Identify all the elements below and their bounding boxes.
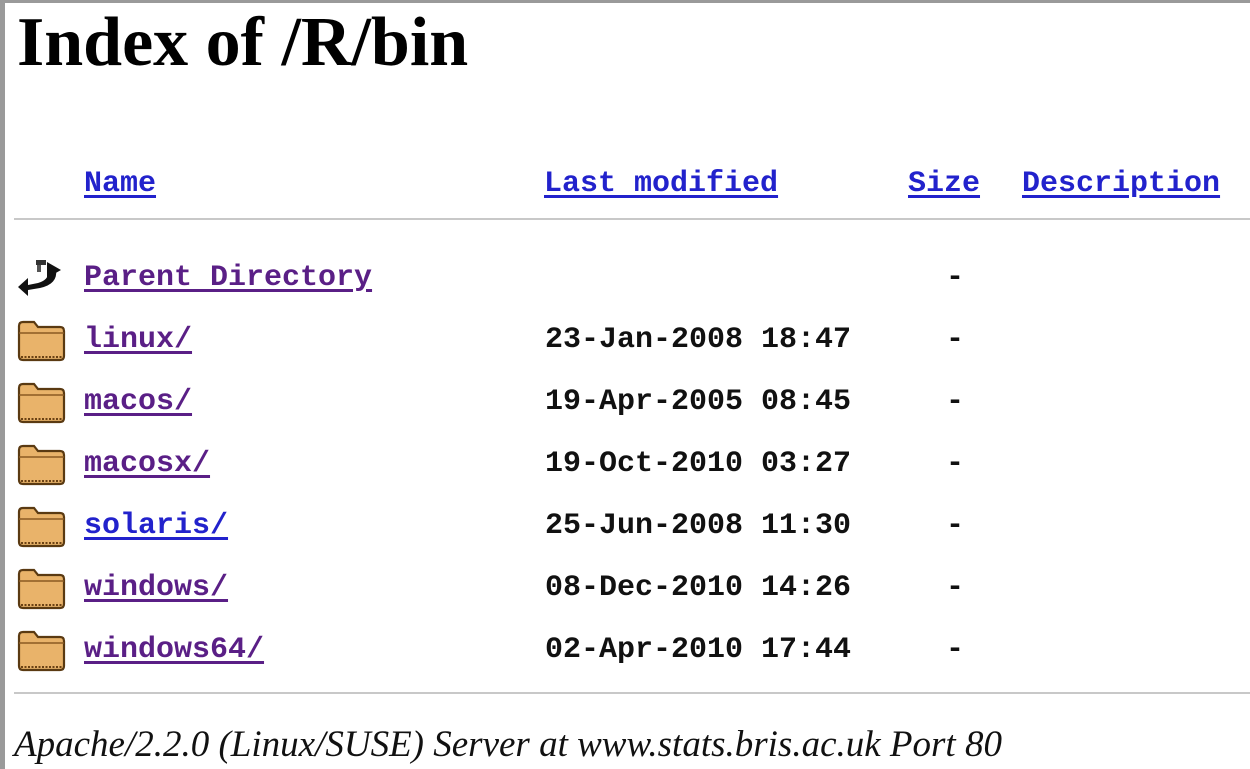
table-row: solaris/25-Jun-2008 11:30 - bbox=[0, 500, 1250, 552]
size-cell: - bbox=[946, 509, 965, 543]
last-modified-cell: 02-Apr-2010 17:44 bbox=[545, 633, 852, 667]
last-modified-cell: 25-Jun-2008 11:30 bbox=[545, 509, 852, 543]
size-cell: - bbox=[946, 571, 965, 605]
page-title: Index of /R/bin bbox=[17, 4, 469, 81]
last-modified-cell: 19-Oct-2010 03:27 bbox=[545, 447, 852, 481]
header-divider bbox=[14, 218, 1250, 220]
footer-divider bbox=[14, 692, 1250, 694]
entry-link[interactable]: solaris/ bbox=[84, 508, 228, 544]
folder-icon bbox=[16, 566, 68, 610]
size-cell: - bbox=[946, 633, 965, 667]
entry-link[interactable]: linux/ bbox=[84, 322, 192, 358]
size-cell: - bbox=[946, 447, 965, 481]
server-signature: Apache/2.2.0 (Linux/SUSE) Server at www.… bbox=[14, 724, 1002, 765]
parent-directory-row: Parent Directory - bbox=[0, 252, 1250, 304]
size-cell: - bbox=[946, 323, 965, 357]
folder-icon bbox=[16, 318, 68, 362]
folder-icon bbox=[16, 380, 68, 424]
table-row: linux/23-Jan-2008 18:47 - bbox=[0, 314, 1250, 366]
column-header-size[interactable]: Size bbox=[908, 166, 980, 202]
entry-link[interactable]: macosx/ bbox=[84, 446, 210, 482]
folder-icon bbox=[16, 504, 68, 548]
size-cell: - bbox=[946, 261, 965, 295]
table-row: macos/19-Apr-2005 08:45 - bbox=[0, 376, 1250, 428]
column-header-description[interactable]: Description bbox=[1022, 166, 1220, 202]
column-header-name[interactable]: Name bbox=[84, 166, 156, 202]
table-row: macosx/19-Oct-2010 03:27 - bbox=[0, 438, 1250, 490]
entry-link[interactable]: windows64/ bbox=[84, 632, 264, 668]
entry-link[interactable]: macos/ bbox=[84, 384, 192, 420]
last-modified-cell: 23-Jan-2008 18:47 bbox=[545, 323, 852, 357]
column-header-last-modified[interactable]: Last modified bbox=[544, 166, 778, 202]
folder-icon bbox=[16, 442, 68, 486]
last-modified-cell: 08-Dec-2010 14:26 bbox=[545, 571, 852, 605]
table-row: windows64/02-Apr-2010 17:44 - bbox=[0, 624, 1250, 676]
parent-directory-link[interactable]: Parent Directory bbox=[84, 260, 372, 296]
table-row: windows/08-Dec-2010 14:26 - bbox=[0, 562, 1250, 614]
last-modified-cell: 19-Apr-2005 08:45 bbox=[545, 385, 852, 419]
entry-link[interactable]: windows/ bbox=[84, 570, 228, 606]
folder-icon bbox=[16, 628, 68, 672]
parent-directory-icon bbox=[16, 256, 68, 300]
size-cell: - bbox=[946, 385, 965, 419]
